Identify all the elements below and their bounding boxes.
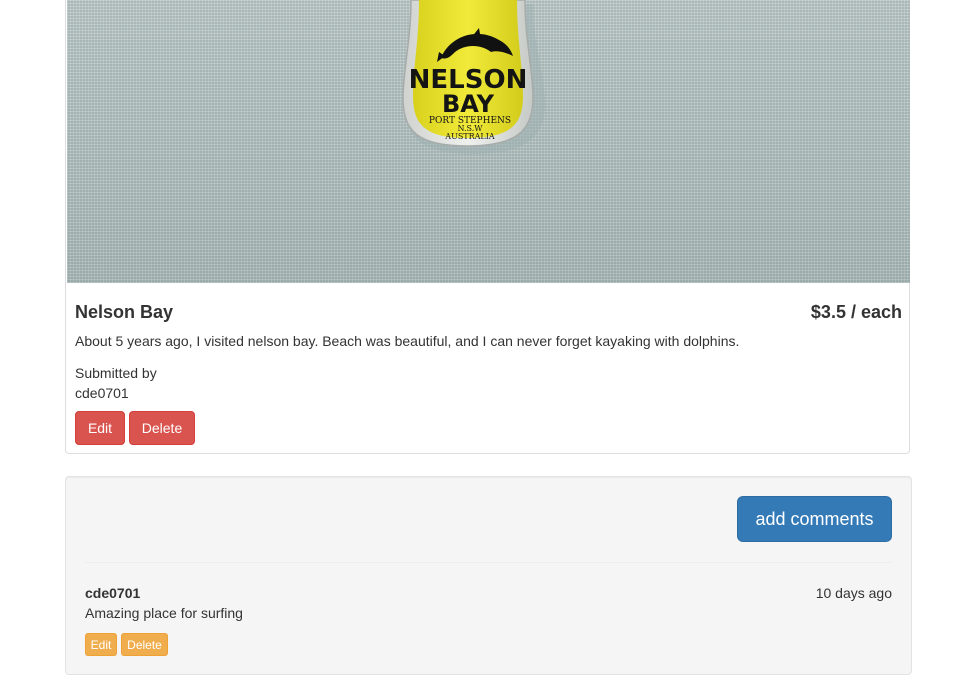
edit-comment-button[interactable]: Edit [85, 633, 117, 656]
place-price: $3.5 / each [810, 302, 902, 322]
place-photo: NELSON BAY PORT STEPHENS N.S.W AUSTRALIA [67, 0, 910, 283]
add-comments-button[interactable]: add comments [737, 496, 892, 542]
souvenir-line-2: BAY [442, 90, 495, 118]
place-title: Nelson Bay [75, 302, 174, 322]
submitted-author: cde0701 [75, 385, 129, 401]
place-description: About 5 years ago, I visited nelson bay.… [75, 333, 740, 349]
comment-text: Amazing place for surfing [85, 605, 243, 621]
comment-author: cde0701 [85, 585, 141, 601]
souvenir-keychain-image: NELSON BAY PORT STEPHENS N.S.W AUSTRALIA [402, 0, 545, 154]
edit-place-button[interactable]: Edit [75, 411, 125, 445]
souvenir-line-5: AUSTRALIA [444, 132, 495, 141]
comments-panel: add comments cde0701 10 days ago Amazing… [65, 476, 912, 675]
comment-timestamp: 10 days ago [815, 585, 892, 601]
delete-comment-button[interactable]: Delete [121, 633, 168, 656]
submitted-label: Submitted by [75, 365, 157, 381]
submitted-by: Submitted by cde0701 [75, 363, 157, 403]
delete-place-button[interactable]: Delete [129, 411, 195, 445]
comments-divider [85, 562, 892, 563]
place-card: NELSON BAY PORT STEPHENS N.S.W AUSTRALIA… [65, 0, 910, 454]
